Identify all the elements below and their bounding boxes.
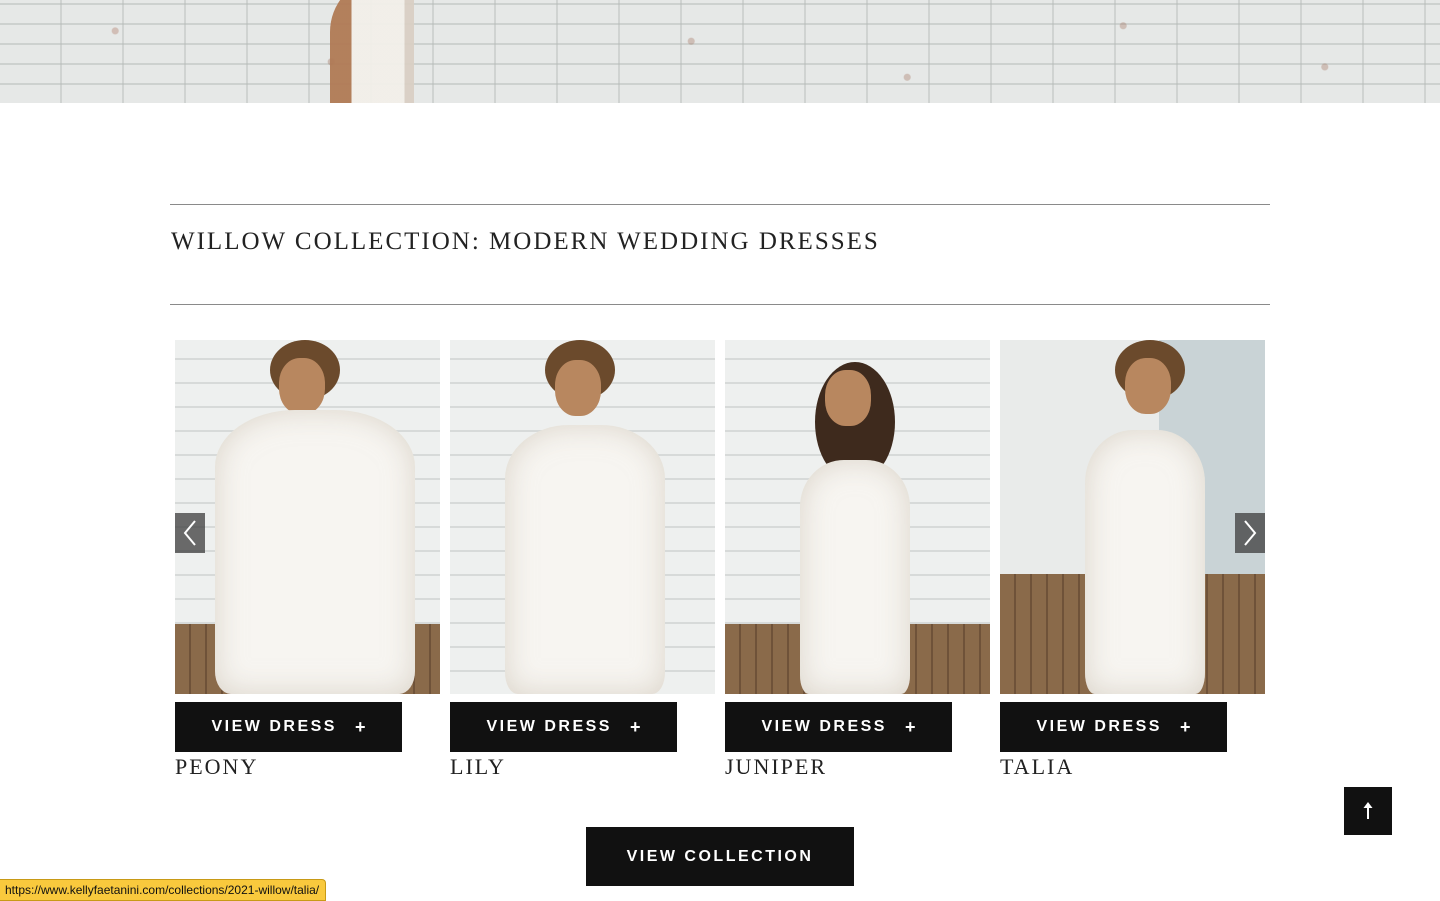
hero-model-figure xyxy=(330,0,450,103)
section-title: WILLOW COLLECTION: MODERN WEDDING DRESSE… xyxy=(171,228,880,255)
model-face xyxy=(555,360,601,416)
plus-icon: + xyxy=(629,716,641,737)
wedding-dress xyxy=(215,410,415,694)
view-dress-label: VIEW DRESS xyxy=(761,718,887,735)
dress-photo-lily[interactable] xyxy=(450,340,715,694)
dress-photo-peony[interactable] xyxy=(175,340,440,694)
view-collection-button[interactable]: VIEW COLLECTION xyxy=(586,827,854,886)
section-top-divider xyxy=(170,204,1270,205)
brick-wall-texture xyxy=(0,0,1440,103)
view-dress-label: VIEW DRESS xyxy=(211,718,337,735)
wedding-dress xyxy=(800,460,910,694)
carousel-next-button[interactable] xyxy=(1235,513,1265,553)
plus-icon: + xyxy=(1179,716,1191,737)
wedding-dress xyxy=(505,425,665,694)
chevron-right-icon xyxy=(1244,520,1257,546)
hero-banner-image xyxy=(0,0,1440,103)
model-face xyxy=(825,370,871,426)
chevron-left-icon xyxy=(183,520,196,546)
section-bottom-divider xyxy=(170,304,1270,305)
wedding-dress xyxy=(1085,430,1205,694)
plus-icon: + xyxy=(904,716,916,737)
view-dress-label: VIEW DRESS xyxy=(1036,718,1162,735)
dress-name-lily[interactable]: LILY xyxy=(450,754,506,780)
dress-name-peony[interactable]: PEONY xyxy=(175,754,258,780)
dress-photo-juniper[interactable] xyxy=(725,340,990,694)
dress-name-juniper[interactable]: JUNIPER xyxy=(725,754,827,780)
model-face xyxy=(279,358,325,414)
carousel-prev-button[interactable] xyxy=(175,513,205,553)
status-bar-url: https://www.kellyfaetanini.com/collectio… xyxy=(0,879,327,901)
dress-name-talia[interactable]: TALIA xyxy=(1000,754,1074,780)
plus-icon: + xyxy=(354,716,366,737)
dress-photo-talia[interactable] xyxy=(1000,340,1265,694)
view-dress-button-juniper[interactable]: VIEW DRESS + xyxy=(725,702,952,752)
view-dress-label: VIEW DRESS xyxy=(486,718,612,735)
view-dress-button-talia[interactable]: VIEW DRESS + xyxy=(1000,702,1227,752)
arrow-up-icon xyxy=(1363,802,1373,819)
view-dress-button-peony[interactable]: VIEW DRESS + xyxy=(175,702,402,752)
model-face xyxy=(1125,358,1171,414)
back-to-top-button[interactable] xyxy=(1344,787,1392,835)
view-dress-button-lily[interactable]: VIEW DRESS + xyxy=(450,702,677,752)
